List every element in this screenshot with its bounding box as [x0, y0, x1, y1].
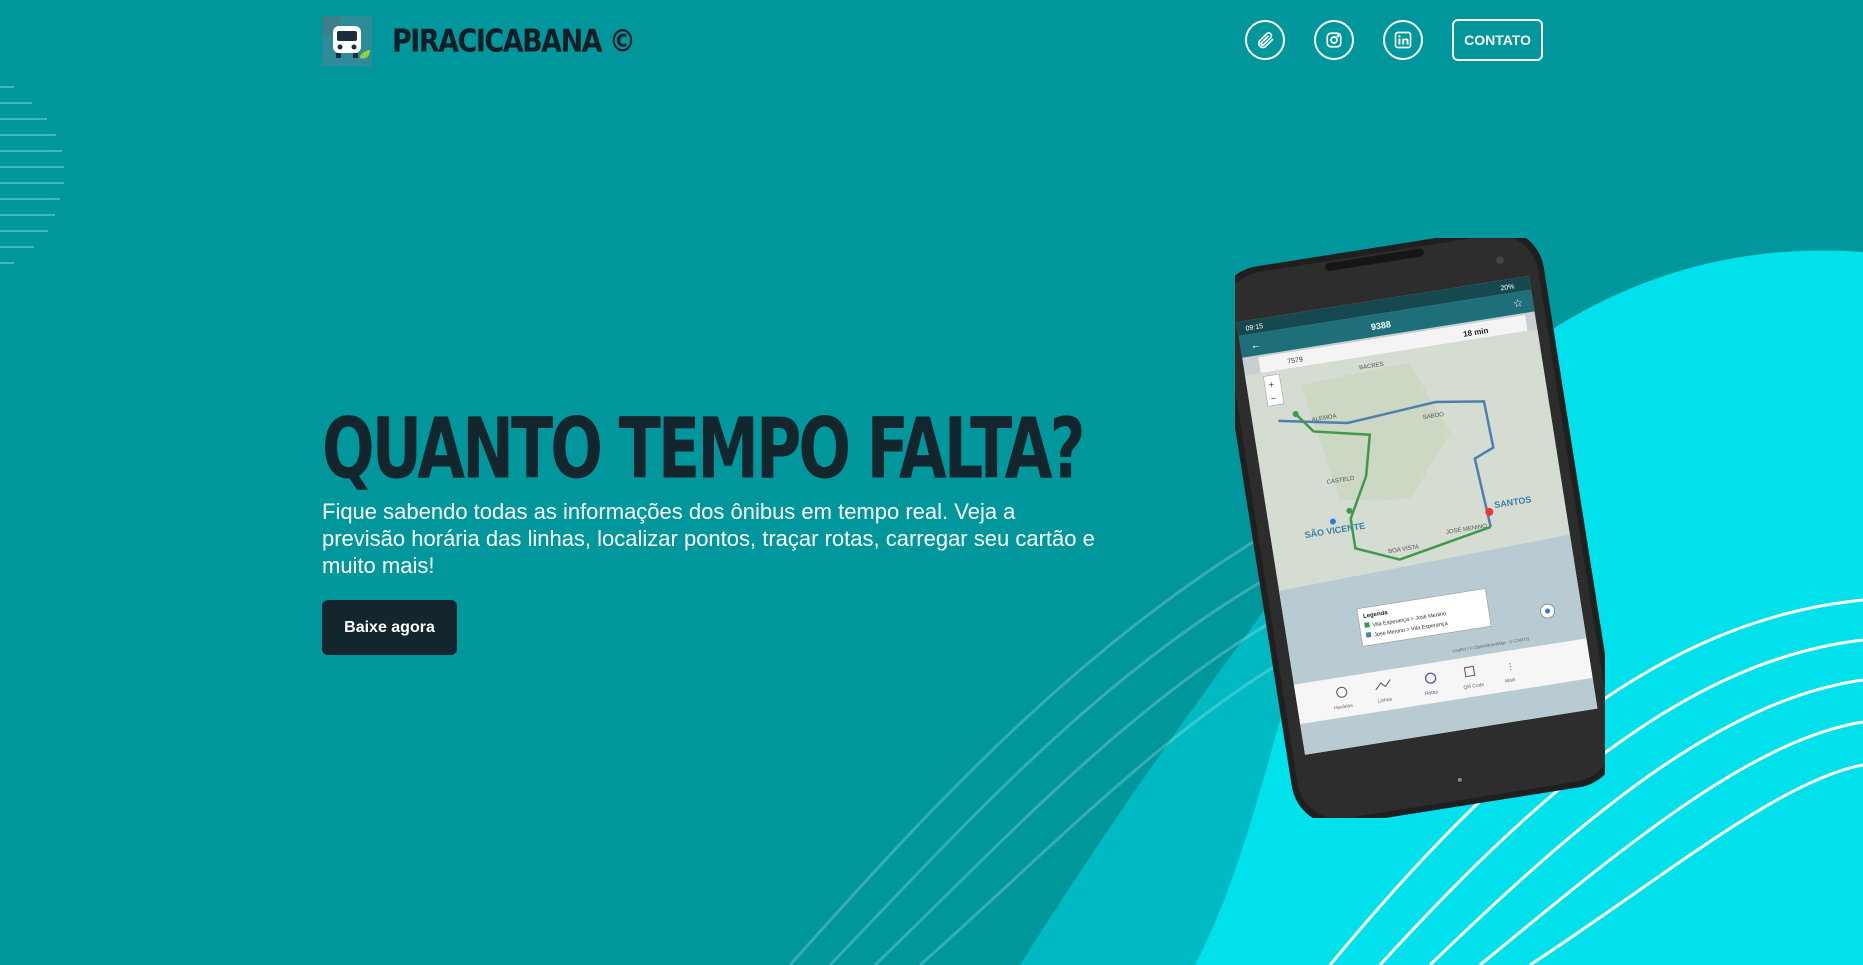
brand[interactable]: PIRACICABANA ©: [322, 16, 636, 66]
back-arrow-icon[interactable]: ←: [1250, 339, 1263, 353]
instagram-icon[interactable]: [1314, 20, 1355, 60]
social-links: CONTATO: [1245, 19, 1543, 61]
download-button[interactable]: Baixe agora: [322, 600, 457, 655]
decorative-stripes: [0, 86, 70, 278]
contact-button[interactable]: CONTATO: [1452, 19, 1543, 61]
phone-mockup: 09:15 20% ← 9388 ☆ 7579 18 min + − BACRE…: [1235, 238, 1605, 818]
hero-section: QUANTO TEMPO FALTA? Fique sabendo todas …: [322, 399, 1122, 655]
more-icon[interactable]: ⋮: [1505, 661, 1515, 672]
site-header: PIRACICABANA © CONTATO: [322, 16, 1543, 66]
hero-description: Fique sabendo todas as informações dos ô…: [322, 499, 1095, 578]
favorite-star-icon[interactable]: ☆: [1512, 297, 1524, 310]
bus-logo-icon: [322, 16, 372, 66]
brand-name: PIRACICABANA ©: [392, 23, 636, 59]
linkedin-icon[interactable]: [1383, 20, 1424, 60]
hero-title: QUANTO TEMPO FALTA?: [322, 399, 1086, 498]
paperclip-icon[interactable]: [1245, 20, 1286, 60]
